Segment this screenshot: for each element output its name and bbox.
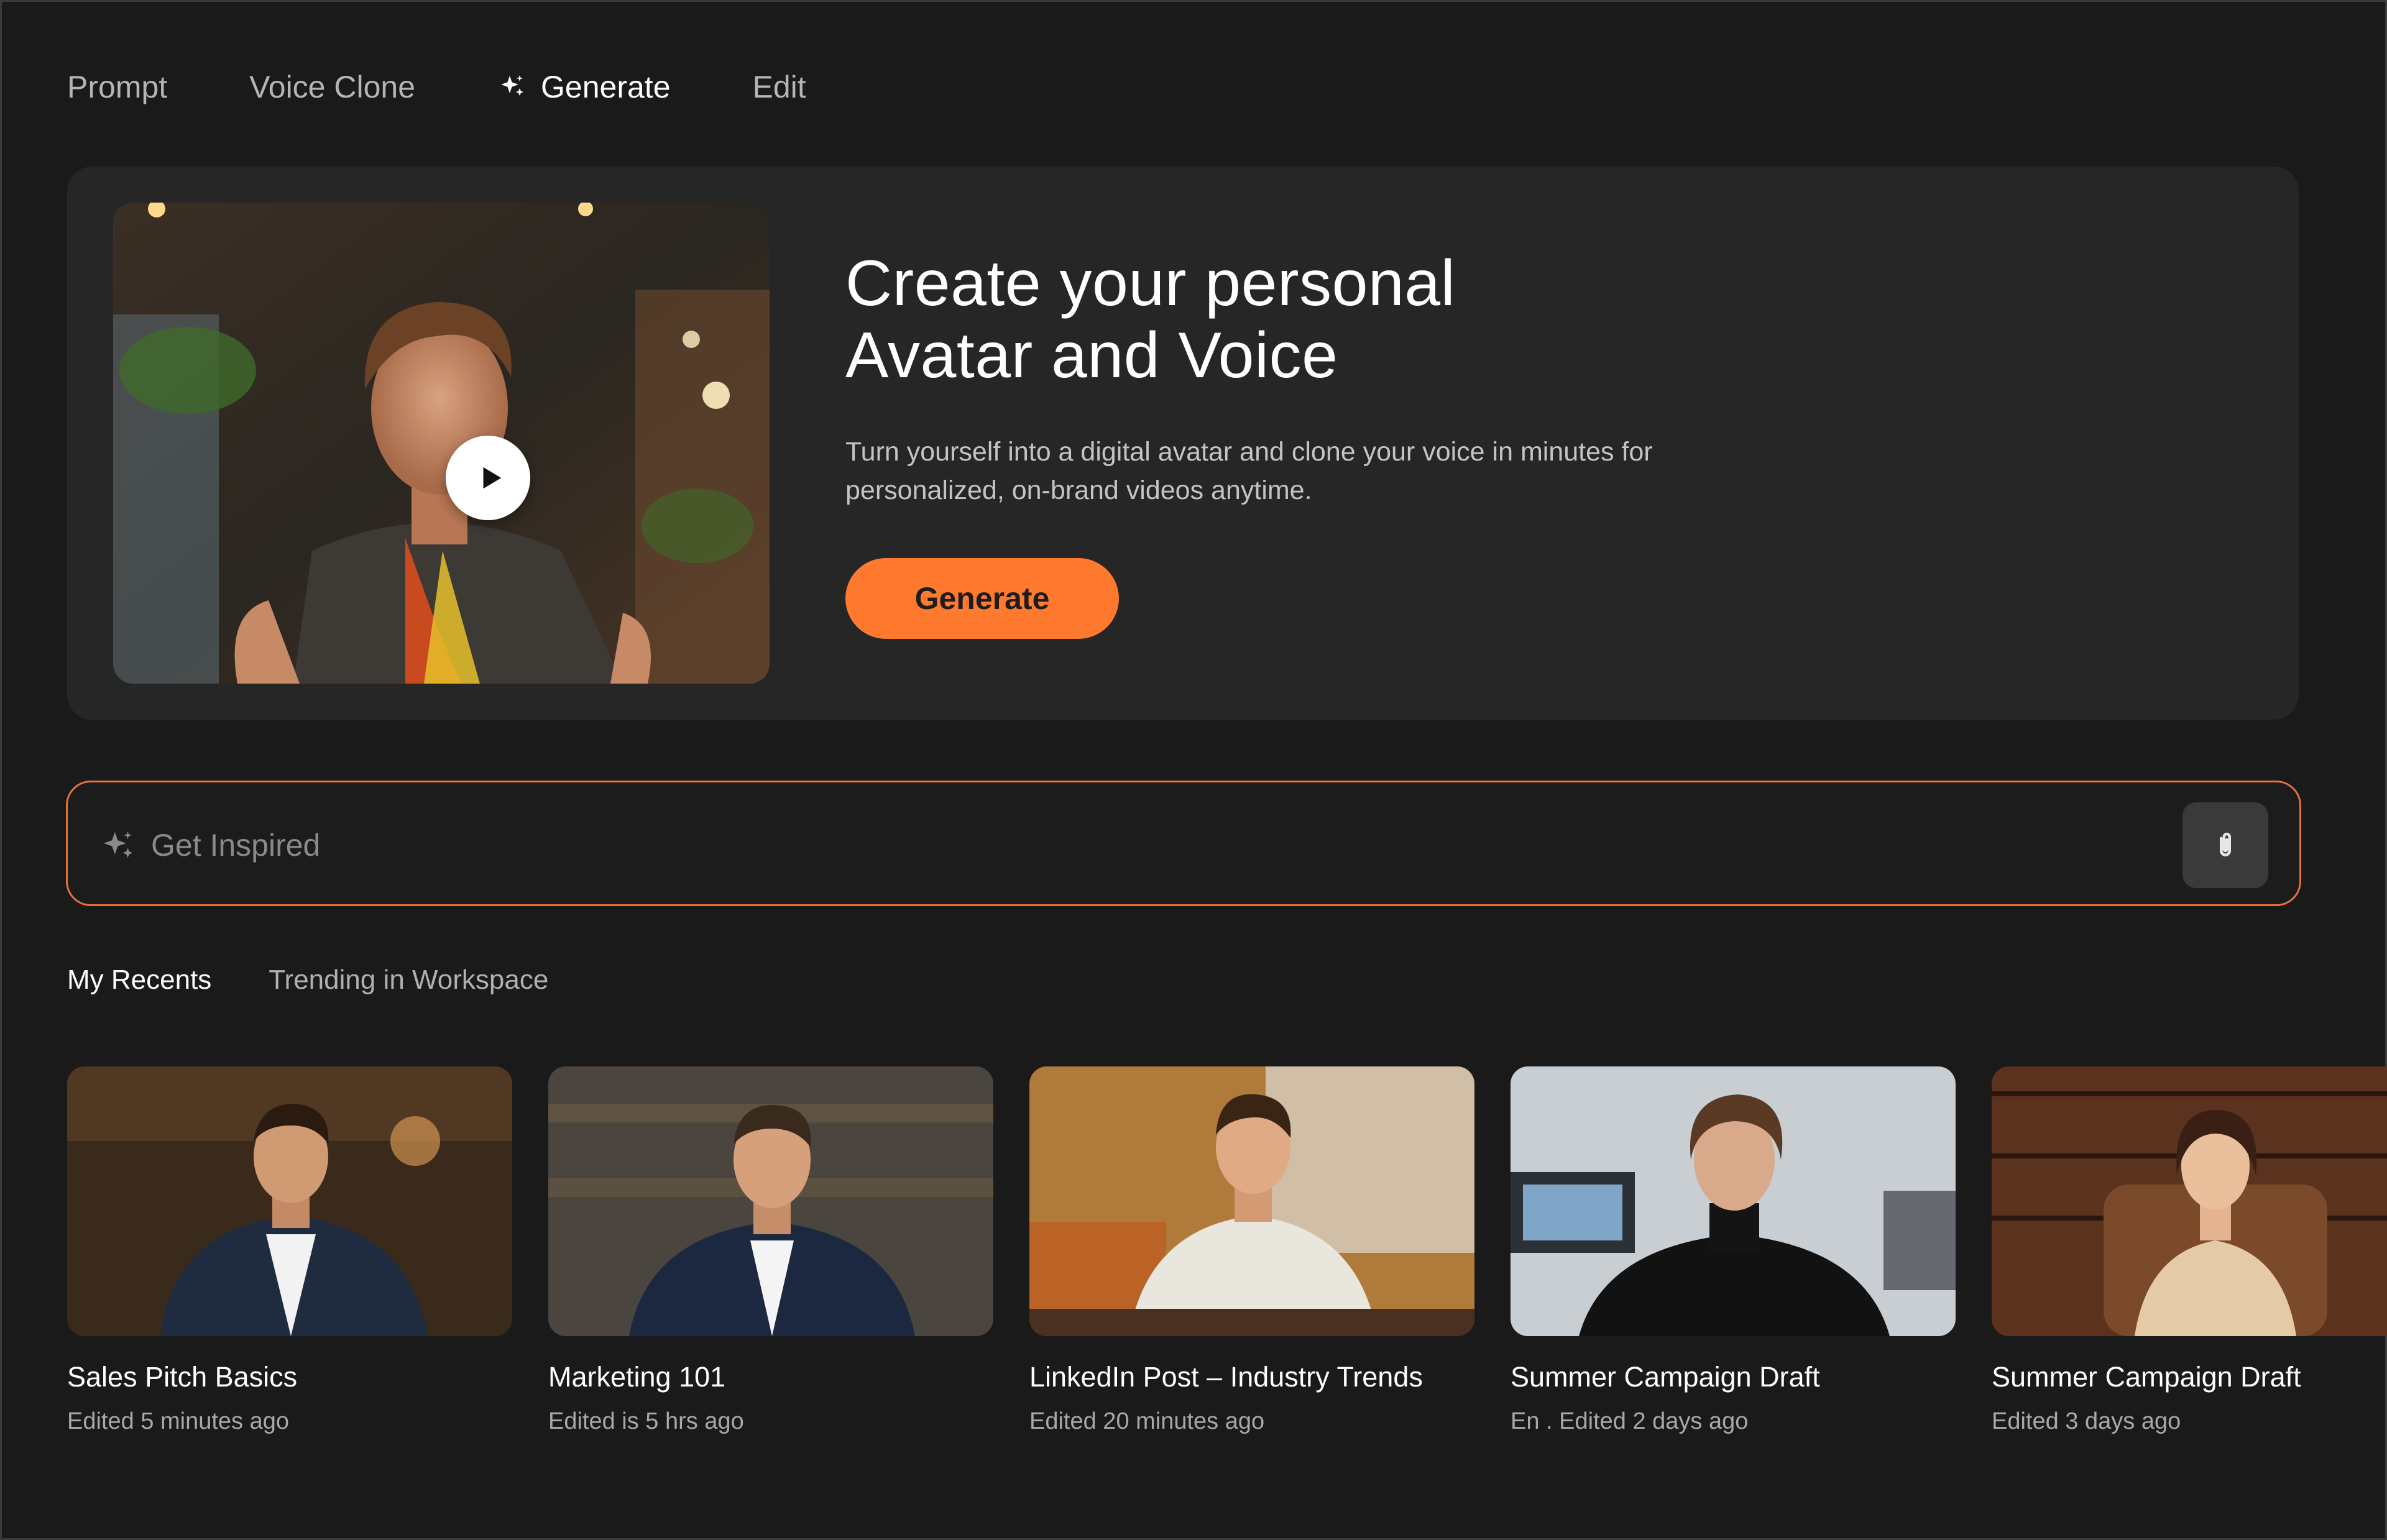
recent-card-meta: Edited 5 minutes ago [67, 1408, 290, 1434]
recent-card-meta: Edited is 5 hrs ago [548, 1408, 744, 1434]
prompt-box [66, 781, 2301, 906]
nav-tab-voice-clone[interactable]: Voice Clone [249, 69, 415, 105]
hero-description: Turn yourself into a digital avatar and … [845, 437, 1653, 505]
recent-card-title: Summer Campaign Draft [1992, 1361, 2301, 1393]
tab-my-recents[interactable]: My Recents [67, 965, 211, 996]
avatar-video-preview [113, 203, 770, 684]
hero-title: Create your personal Avatar and Voice [845, 247, 1716, 392]
avatar-thumbnail [1029, 1066, 1474, 1336]
recent-card-thumbnail[interactable] [548, 1066, 993, 1336]
recent-card[interactable]: Summer Campaign Draft En . Edited 2 days… [1511, 1066, 1956, 1435]
recent-card-thumbnail[interactable] [1992, 1066, 2387, 1336]
recent-card-meta: En . Edited 2 days ago [1511, 1408, 1749, 1434]
hero-video-thumbnail[interactable] [113, 203, 770, 684]
nav-tab-edit[interactable]: Edit [753, 69, 806, 105]
recent-card-thumbnail[interactable] [67, 1066, 512, 1336]
recent-card-meta: Edited 3 days ago [1992, 1408, 2181, 1434]
recent-card-thumbnail[interactable] [1029, 1066, 1474, 1336]
nav-tab-label: Edit [752, 70, 806, 104]
play-icon [483, 467, 502, 489]
generate-button[interactable]: Generate [845, 558, 1119, 639]
nav-tab-generate[interactable]: Generate [497, 69, 671, 105]
attach-button[interactable] [2182, 802, 2268, 888]
recent-card-thumbnail[interactable] [1511, 1066, 1956, 1336]
recent-card[interactable]: Sales Pitch Basics Edited 5 minutes ago [67, 1066, 512, 1435]
recent-card-meta: Edited 20 minutes ago [1029, 1408, 1265, 1434]
avatar-thumbnail [67, 1066, 512, 1336]
avatar-thumbnail [1992, 1066, 2387, 1336]
tab-trending-in-workspace[interactable]: Trending in Workspace [269, 965, 548, 996]
prompt-input[interactable] [151, 817, 2140, 873]
sparkle-icon [103, 831, 133, 858]
nav-tab-label: Prompt [67, 70, 168, 104]
recent-card[interactable]: Marketing 101 Edited is 5 hrs ago [548, 1066, 993, 1435]
avatar-thumbnail [548, 1066, 993, 1336]
nav-tab-prompt[interactable]: Prompt [67, 69, 167, 105]
hero-title-line: Create your personal [845, 247, 1456, 319]
recent-card-title: Sales Pitch Basics [67, 1361, 298, 1393]
paperclip-icon [2220, 832, 2231, 856]
hero-title-line: Avatar and Voice [845, 319, 1338, 392]
recent-card[interactable]: Summer Campaign Draft Edited 3 days ago [1992, 1066, 2387, 1435]
nav-tab-label: Generate [541, 70, 671, 104]
hero-card: Create your personal Avatar and Voice Tu… [67, 167, 2299, 720]
play-button[interactable] [446, 436, 530, 520]
recent-card-title: LinkedIn Post – Industry Trends [1029, 1361, 1423, 1393]
recents-tabs: My Recents Trending in Workspace [67, 965, 548, 996]
recent-card-title: Summer Campaign Draft [1511, 1361, 1820, 1393]
nav-tab-label: Voice Clone [249, 70, 416, 104]
recent-card[interactable]: LinkedIn Post – Industry Trends Edited 2… [1029, 1066, 1474, 1435]
avatar-thumbnail [1511, 1066, 1956, 1336]
recent-card-title: Marketing 101 [548, 1361, 726, 1393]
sparkle-icon [501, 75, 524, 96]
top-nav: Prompt Voice Clone Generate Edit [67, 62, 806, 112]
